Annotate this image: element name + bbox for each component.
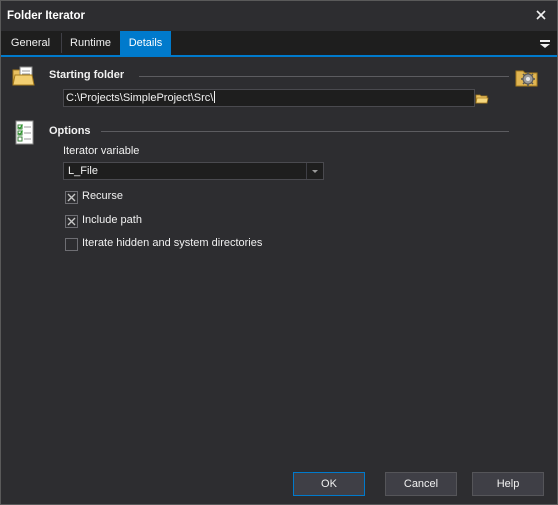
options-heading: Options: [49, 125, 91, 137]
close-icon: [536, 10, 546, 20]
tab-details[interactable]: Details: [120, 31, 171, 55]
folder-iterator-dialog: Folder Iterator General Runtime Details: [0, 0, 558, 505]
section-divider: [101, 131, 509, 132]
include-path-checkbox[interactable]: Include path: [65, 214, 165, 228]
recurse-label: Recurse: [82, 190, 123, 202]
folder-document-icon: [12, 64, 36, 91]
cancel-button[interactable]: Cancel: [385, 472, 457, 496]
include-path-label: Include path: [82, 214, 142, 226]
dropdown-arrow: [306, 163, 323, 179]
checkbox-box: [65, 215, 78, 228]
recurse-checkbox[interactable]: Recurse: [65, 190, 145, 204]
title-bar: Folder Iterator: [1, 1, 557, 31]
chevron-down-icon: [312, 170, 318, 173]
tab-runtime[interactable]: Runtime: [62, 31, 119, 55]
starting-folder-value: C:\Projects\SimpleProject\Src\: [66, 92, 214, 104]
check-mark-icon: [67, 193, 76, 202]
iterator-variable-select[interactable]: L_File: [63, 162, 324, 180]
starting-folder-input[interactable]: C:\Projects\SimpleProject\Src\: [63, 89, 475, 107]
checkbox-box: [65, 238, 78, 251]
help-button[interactable]: Help: [472, 472, 544, 496]
checklist-icon: [14, 120, 36, 149]
section-divider: [139, 76, 509, 77]
tab-bar: General Runtime Details: [1, 31, 557, 57]
tab-menu-button[interactable]: [539, 36, 551, 50]
text-caret: [214, 91, 216, 103]
close-button[interactable]: [533, 7, 549, 23]
iterate-hidden-checkbox[interactable]: Iterate hidden and system directories: [65, 237, 285, 251]
starting-folder-heading: Starting folder: [49, 69, 125, 81]
dialog-title: Folder Iterator: [7, 10, 85, 22]
check-mark-icon: [67, 217, 76, 226]
folder-settings-icon[interactable]: [515, 65, 539, 92]
open-folder-icon: [475, 94, 489, 104]
iterate-hidden-label: Iterate hidden and system directories: [82, 237, 263, 249]
iterator-variable-value: L_File: [68, 165, 98, 177]
ok-button[interactable]: OK: [293, 472, 365, 496]
menu-dropdown-icon: [540, 40, 550, 48]
iterator-variable-label: Iterator variable: [63, 145, 140, 157]
browse-folder-button[interactable]: [475, 90, 489, 106]
tab-general[interactable]: General: [1, 31, 60, 55]
checkbox-box: [65, 191, 78, 204]
